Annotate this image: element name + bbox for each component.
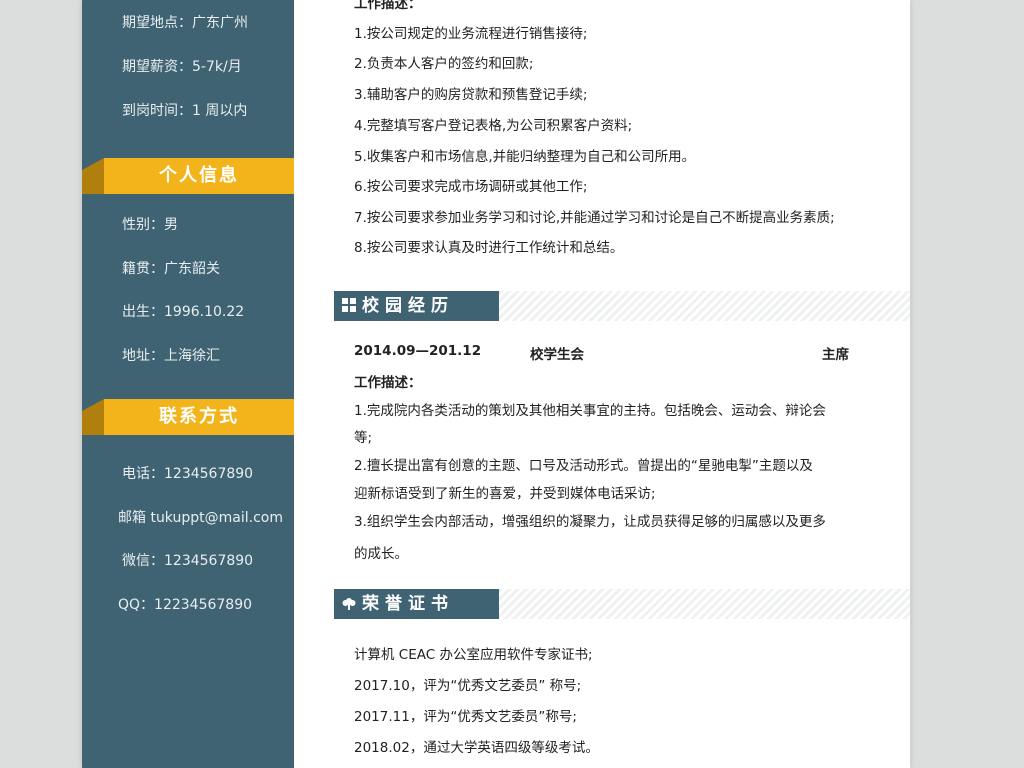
campus-desc-title: 工作描述： <box>354 375 422 391</box>
birth: 出生：1996.10.22 <box>122 304 245 320</box>
campus-section-header: 校园经历 <box>334 291 910 321</box>
honor-item: 2018.02，通过大学英语四级等级考试。 <box>354 740 599 756</box>
work-item: 1.按公司规定的业务流程进行销售接待; <box>354 26 588 42</box>
honors-title: 荣誉证书 <box>362 594 454 614</box>
campus-line: 的成长。 <box>354 546 408 562</box>
campus-title: 校园经历 <box>362 296 454 316</box>
work-desc-title: 工作描述： <box>354 0 422 12</box>
intent-start: 到岗时间：1 周以内 <box>122 103 248 119</box>
honors-section-header: 荣誉证书 <box>334 589 910 619</box>
gender: 性别：男 <box>122 217 178 233</box>
work-item: 3.辅助客户的购房贷款和预售登记手续; <box>354 87 588 103</box>
work-item: 7.按公司要求参加业务学习和讨论,并能通过学习和讨论是自己不断提高业务素质; <box>354 210 835 226</box>
flower-icon <box>342 590 356 610</box>
work-item: 2.负责本人客户的签约和回款; <box>354 56 534 72</box>
intent-salary: 期望薪资：5-7k/月 <box>122 59 242 75</box>
work-item: 5.收集客户和市场信息,并能归纳整理为自己和公司所用。 <box>354 149 696 165</box>
campus-org: 校学生会 <box>530 347 584 363</box>
campus-line: 迎新标语受到了新生的喜爱，并受到媒体电话采访; <box>354 486 656 502</box>
work-item: 8.按公司要求认真及时进行工作统计和总结。 <box>354 240 624 256</box>
campus-line: 等; <box>354 430 373 446</box>
sidebar: 期望地点：广东广州 期望薪资：5-7k/月 到岗时间：1 周以内 个人信息 性别… <box>82 0 294 768</box>
intent-location: 期望地点：广东广州 <box>122 15 248 31</box>
qq: QQ：12234567890 <box>118 597 253 613</box>
resume-page: 期望地点：广东广州 期望薪资：5-7k/月 到岗时间：1 周以内 个人信息 性别… <box>82 0 910 768</box>
campus-line: 3.组织学生会内部活动，增强组织的凝聚力，让成员获得足够的归属感以及更多 <box>354 514 826 530</box>
work-item: 6.按公司要求完成市场调研或其他工作; <box>354 179 588 195</box>
email: 邮箱 tukuppt@mail.com <box>118 510 283 526</box>
campus-line: 1.完成院内各类活动的策划及其他相关事宜的主持。包括晚会、运动会、辩论会 <box>354 403 826 419</box>
honor-item: 计算机 CEAC 办公室应用软件专家证书; <box>354 647 593 663</box>
honor-item: 2017.11，评为“优秀文艺委员”称号; <box>354 709 577 725</box>
address: 地址：上海徐汇 <box>122 348 220 364</box>
grid-icon <box>342 292 356 312</box>
campus-role: 主席 <box>822 347 849 363</box>
personal-info-heading: 个人信息 <box>82 158 294 194</box>
contact-heading: 联系方式 <box>82 399 294 435</box>
wechat: 微信：1234567890 <box>122 553 254 569</box>
honor-item: 2017.10，评为“优秀文艺委员” 称号; <box>354 678 582 694</box>
phone: 电话：1234567890 <box>122 466 254 482</box>
work-item: 4.完整填写客户登记表格,为公司积累客户资料; <box>354 118 633 134</box>
campus-period: 2014.09—201.12 <box>354 343 482 359</box>
hometown: 籍贯：广东韶关 <box>122 261 220 277</box>
campus-line: 2.擅长提出富有创意的主题、口号及活动形式。曾提出的“星驰电掣”主题以及 <box>354 458 813 474</box>
